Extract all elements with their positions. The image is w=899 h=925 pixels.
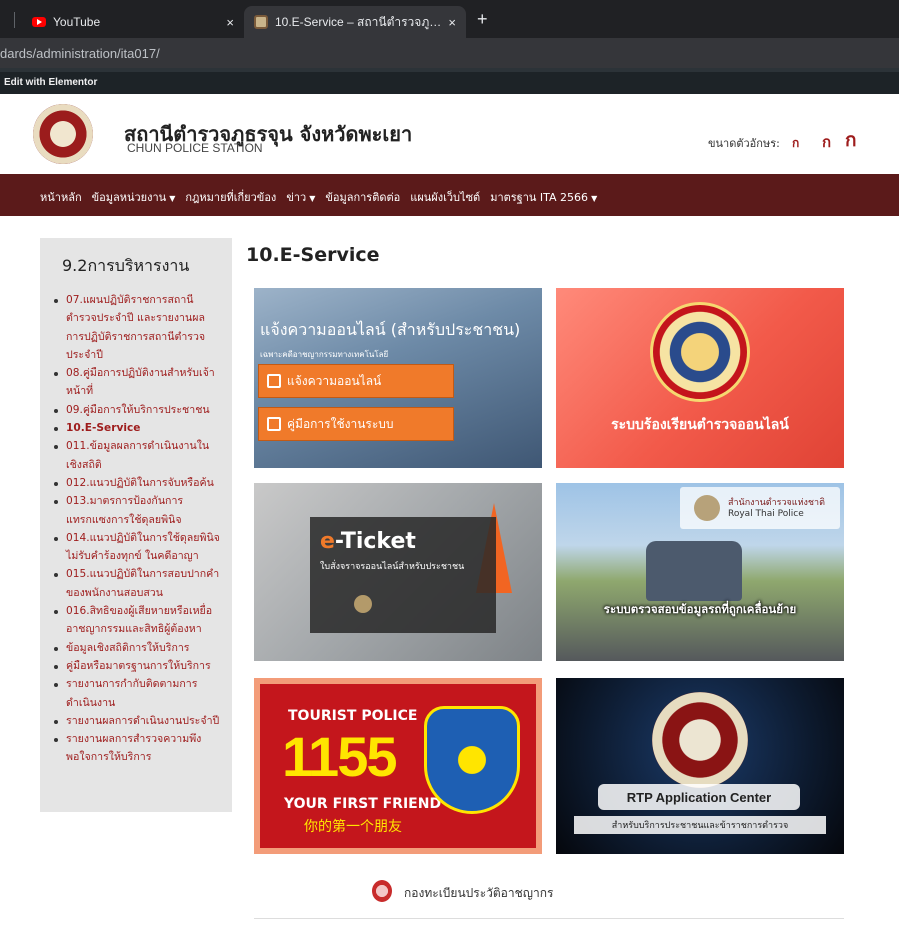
tab-label: YouTube [53, 15, 101, 29]
police-seal-icon [694, 495, 720, 521]
nav-item-agency-info[interactable]: ข้อมูลหน่วยงาน ▼ [92, 188, 176, 206]
nav-item-news[interactable]: ข่าว ▼ [286, 188, 315, 206]
tourist-police-card[interactable]: TOURIST POLICE 1155 YOUR FIRST FRIEND 你的… [254, 678, 542, 854]
nav-item-laws[interactable]: กฎหมายที่เกี่ยวข้อง [185, 188, 276, 206]
tourist-slogan: YOUR FIRST FRIEND [284, 796, 442, 812]
sidebar-item-012[interactable]: 012.แนวปฏิบัติในการจับหรือค้น [52, 474, 220, 492]
rtp-logo-english: Royal Thai Police [728, 509, 804, 519]
close-icon[interactable]: × [448, 15, 456, 30]
close-icon[interactable]: × [226, 15, 234, 30]
sidebar: 9.2การบริหารงาน 07.แผนปฏิบัติราชการสถานี… [40, 238, 232, 812]
complaint-card[interactable]: ระบบร้องเรียนตำรวจออนไลน์ [556, 288, 844, 468]
nav-item-sitemap[interactable]: แผนผังเว็บไซต์ [410, 188, 480, 206]
complaint-caption: ระบบร้องเรียนตำรวจออนไลน์ [611, 417, 789, 433]
new-tab-button[interactable]: + [477, 9, 488, 30]
police-station-logo[interactable] [33, 104, 93, 164]
document-icon [267, 417, 281, 431]
site-favicon-icon [254, 15, 268, 29]
eticket-subtitle: ใบสั่งจราจรออนไลน์สำหรับประชาชน [320, 562, 465, 572]
sidebar-item-013[interactable]: 013.มาตรการป้องกันการแทรกแซงการใช้ดุลยพิ… [52, 492, 220, 529]
rtp-app-center-card[interactable]: RTP Application Center สำหรับบริการประชา… [556, 678, 844, 854]
online-report-headline: แจ้งความออนไลน์ (สำหรับประชาชน) [260, 320, 521, 339]
font-size-label: ขนาดตัวอักษร: [708, 137, 780, 150]
vehicle-check-caption: ระบบตรวจสอบข้อมูลรถที่ถูกเคลื่อนย้าย [603, 602, 797, 616]
font-size-large-button[interactable]: ก [845, 125, 857, 155]
sidebar-item-015[interactable]: 015.แนวปฏิบัติในการสอบปากคำของพนักงานสอบ… [52, 565, 220, 602]
url-text[interactable]: dards/administration/ita017/ [0, 46, 160, 61]
inspector-general-seal [650, 302, 750, 402]
tourist-police-label: TOURIST POLICE [288, 708, 418, 724]
sidebar-item-011[interactable]: 011.ข้อมูลผลการดำเนินงานในเชิงสถิติ [52, 437, 220, 474]
rtp-app-center-title: RTP Application Center [598, 784, 800, 810]
rtp-logo-thai: สำนักงานตำรวจแห่งชาติ [728, 498, 825, 508]
vehicle-check-card[interactable]: สำนักงานตำรวจแห่งชาติ Royal Thai Police … [556, 483, 844, 661]
eticket-card[interactable]: e-Ticket ใบสั่งจราจรออนไลน์สำหรับประชาชน [254, 483, 542, 661]
youtube-icon [32, 17, 46, 27]
police-seal-icon [354, 595, 372, 613]
car-image [646, 541, 742, 601]
sidebar-item-10-e-service[interactable]: 10.E-Service [52, 419, 220, 437]
sidebar-item-08[interactable]: 08.คู่มือการปฏิบัติงานสำหรับเจ้าหน้าที่ [52, 364, 220, 401]
sidebar-item-statistics[interactable]: ข้อมูลเชิงสถิติการให้บริการ [52, 639, 220, 657]
tab-separator [14, 12, 15, 28]
chevron-down-icon: ▼ [169, 194, 176, 203]
tab-e-service[interactable]: 10.E-Service – สถานีตำรวจภูธรจุน จังหวัด… [244, 6, 466, 38]
sidebar-item-annual-report[interactable]: รายงานผลการดำเนินงานประจำปี [52, 712, 220, 730]
edit-with-elementor-link[interactable]: Edit with Elementor [4, 77, 97, 88]
site-subtitle: CHUN POLICE STATION [127, 141, 263, 155]
criminal-records-link[interactable]: กองทะเบียนประวัติอาชญากร [404, 884, 553, 903]
sidebar-item-07[interactable]: 07.แผนปฏิบัติราชการสถานีตำรวจประจำปี และ… [52, 291, 220, 364]
nav-item-home[interactable]: หน้าหลัก [40, 188, 82, 206]
sidebar-item-service-manual[interactable]: คู่มือหรือมาตรฐานการให้บริการ [52, 657, 220, 675]
user-manual-button[interactable]: คู่มือการใช้งานระบบ [258, 407, 454, 441]
sidebar-list: 07.แผนปฏิบัติราชการสถานีตำรวจประจำปี และ… [52, 291, 220, 767]
tourist-police-badge-icon [424, 706, 520, 814]
nav-items: หน้าหลัก ข้อมูลหน่วยงาน ▼ กฎหมายที่เกี่ยว… [40, 188, 607, 206]
criminal-records-icon [372, 880, 392, 902]
eticket-title: e-Ticket [320, 529, 416, 554]
royal-thai-police-seal [652, 692, 748, 788]
sidebar-item-016[interactable]: 016.สิทธิของผู้เสียหายหรือเหยื่ออาชญากรร… [52, 602, 220, 639]
divider [254, 918, 844, 919]
sidebar-title: 9.2การบริหารงาน [62, 256, 190, 275]
external-link-icon [267, 374, 281, 388]
font-size-small-button[interactable]: ก [792, 134, 799, 153]
sidebar-item-satisfaction-survey[interactable]: รายงานผลการสำรวจความพึงพอใจการให้บริการ [52, 730, 220, 767]
page-title: 10.E-Service [246, 244, 380, 266]
browser-tab-bar: YouTube × 10.E-Service – สถานีตำรวจภูธรจ… [0, 0, 899, 38]
online-report-button-label: แจ้งความออนไลน์ [287, 373, 382, 388]
main-nav: หน้าหลัก ข้อมูลหน่วยงาน ▼ กฎหมายที่เกี่ยว… [0, 174, 899, 216]
site-header: สถานีตำรวจภูธรจุน จังหวัดพะเยา CHUN POLI… [0, 94, 899, 174]
admin-bar: Edit with Elementor [0, 68, 899, 94]
nav-item-ita-2566[interactable]: มาตรฐาน ITA 2566 ▼ [490, 188, 597, 206]
online-report-subtitle: เฉพาะคดีอาชญากรรมทางเทคโนโลยี [260, 350, 389, 359]
sidebar-item-monitoring-report[interactable]: รายงานการกำกับติดตามการดำเนินงาน [52, 675, 220, 712]
sidebar-item-09[interactable]: 09.คู่มือการให้บริการประชาชน [52, 401, 220, 419]
sidebar-item-014[interactable]: 014.แนวปฏิบัติในการใช้ดุลยพินิจไม่รับคำร… [52, 529, 220, 566]
font-size-medium-button[interactable]: ก [822, 130, 831, 154]
chevron-down-icon: ▼ [309, 194, 316, 203]
address-bar[interactable]: dards/administration/ita017/ [0, 38, 899, 68]
online-report-button[interactable]: แจ้งความออนไลน์ [258, 364, 454, 398]
rtp-app-center-subtitle: สำหรับบริการประชาชนและข้าราชการตำรวจ [574, 816, 826, 834]
user-manual-button-label: คู่มือการใช้งานระบบ [287, 416, 394, 431]
chevron-down-icon: ▼ [591, 194, 598, 203]
hotline-number: 1155 [282, 725, 397, 788]
online-report-card[interactable]: แจ้งความออนไลน์ (สำหรับประชาชน) เฉพาะคดี… [254, 288, 542, 468]
tourist-slogan-chinese: 你的第一个朋友 [304, 819, 402, 835]
tab-label: 10.E-Service – สถานีตำรวจภูธรจุน จังหวัด… [275, 14, 443, 29]
tab-youtube[interactable]: YouTube × [22, 6, 244, 38]
nav-item-contact[interactable]: ข้อมูลการติดต่อ [325, 188, 400, 206]
